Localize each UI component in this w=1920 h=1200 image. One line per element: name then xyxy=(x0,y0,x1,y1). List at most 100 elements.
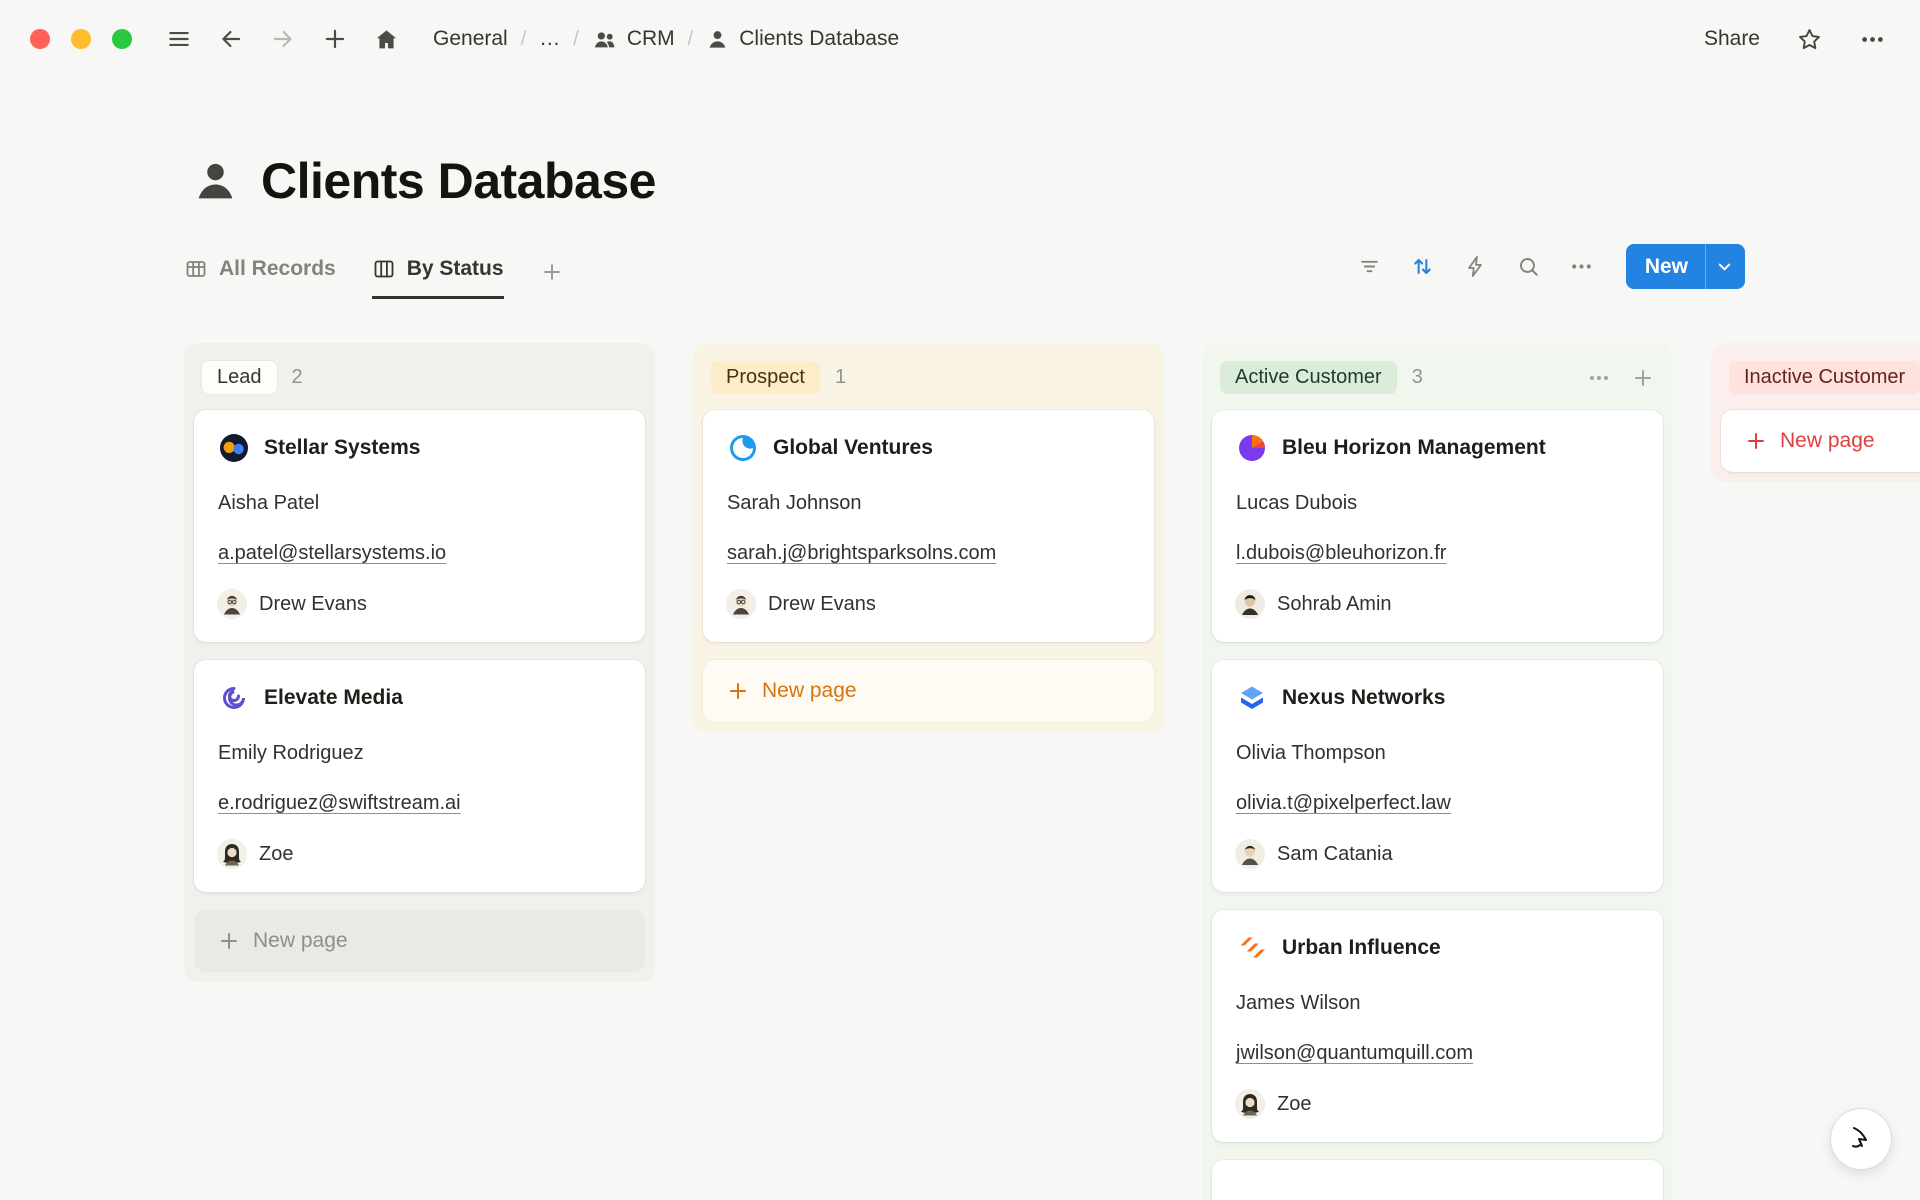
card-company-name: Bleu Horizon Management xyxy=(1282,436,1546,460)
close-window-button[interactable] xyxy=(30,29,50,49)
status-badge-prospect[interactable]: Prospect xyxy=(711,361,820,394)
card-owner-row: Drew Evans xyxy=(727,590,1130,618)
more-options-button[interactable] xyxy=(1859,26,1886,53)
sort-button[interactable] xyxy=(1410,254,1435,279)
new-dropdown-button[interactable] xyxy=(1705,244,1745,289)
status-badge-active-customer[interactable]: Active Customer xyxy=(1220,361,1397,394)
column-header-prospect: Prospect 1 xyxy=(703,353,1154,410)
card-email: jwilson@quantumquill.com xyxy=(1236,1042,1473,1064)
card-owner-name: Zoe xyxy=(259,841,293,867)
tab-all-records[interactable]: All Records xyxy=(184,257,336,299)
breadcrumb: General / … / CRM / Clients Database xyxy=(433,27,899,52)
card-title-row: Urban Influence xyxy=(1236,932,1639,964)
card-owner-row: Sohrab Amin xyxy=(1236,590,1639,618)
column-header-inactive-customer: Inactive Customer xyxy=(1721,353,1920,410)
breadcrumb-label: Clients Database xyxy=(739,27,899,51)
card-email: olivia.t@pixelperfect.law xyxy=(1236,792,1451,814)
status-badge-inactive-customer[interactable]: Inactive Customer xyxy=(1729,361,1920,394)
plus-icon xyxy=(1745,430,1767,452)
floating-cursor-button[interactable] xyxy=(1830,1108,1892,1170)
view-tabs: All Records By Status xyxy=(184,257,564,299)
card-company-name: Global Ventures xyxy=(773,436,933,460)
plus-icon xyxy=(322,26,348,52)
ellipsis-icon xyxy=(1587,366,1611,390)
share-button[interactable]: Share xyxy=(1704,27,1760,51)
column-more-button[interactable] xyxy=(1587,366,1611,390)
people-icon xyxy=(592,27,617,52)
zoom-window-button[interactable] xyxy=(112,29,132,49)
breadcrumb-collapsed-button[interactable]: … xyxy=(539,27,560,51)
plus-icon xyxy=(727,680,749,702)
new-page-button-prospect[interactable]: New page xyxy=(703,660,1154,722)
window-controls xyxy=(30,29,132,49)
new-page-button-lead[interactable]: New page xyxy=(194,910,645,972)
card-email: sarah.j@brightsparksolns.com xyxy=(727,542,996,564)
card-stellar-systems[interactable]: Stellar Systems Aisha Patel a.patel@stel… xyxy=(194,410,645,642)
add-view-button[interactable] xyxy=(540,260,564,299)
filter-icon xyxy=(1357,254,1382,279)
board-column-prospect: Prospect 1 Global Ventures Sarah Johnson… xyxy=(693,343,1164,732)
card-company-name: Nexus Networks xyxy=(1282,686,1445,710)
card-nexus-networks[interactable]: Nexus Networks Olivia Thompson olivia.t@… xyxy=(1212,660,1663,892)
minimize-window-button[interactable] xyxy=(71,29,91,49)
global-ventures-logo-icon xyxy=(727,432,759,464)
breadcrumb-label: CRM xyxy=(627,27,675,51)
page-title: Clients Database xyxy=(261,152,656,210)
automations-button[interactable] xyxy=(1463,254,1488,279)
avatar-sohrab-amin xyxy=(1236,590,1264,618)
card-owner-row: Zoe xyxy=(218,840,621,868)
tab-by-status[interactable]: By Status xyxy=(372,257,504,299)
tab-label: By Status xyxy=(407,257,504,281)
card-global-ventures[interactable]: Global Ventures Sarah Johnson sarah.j@br… xyxy=(703,410,1154,642)
column-header-lead: Lead 2 xyxy=(194,353,645,410)
sort-arrows-icon xyxy=(1410,254,1435,279)
avatar-drew-evans xyxy=(218,590,246,618)
home-button[interactable] xyxy=(374,27,399,52)
app-window: General / … / CRM / Clients Database Sha… xyxy=(0,0,1920,1200)
card-elevate-media[interactable]: Elevate Media Emily Rodriguez e.rodrigue… xyxy=(194,660,645,892)
card-owner-row: Zoe xyxy=(1236,1090,1639,1118)
status-badge-lead[interactable]: Lead xyxy=(202,361,277,394)
avatar-sam-catania xyxy=(1236,840,1264,868)
elevate-media-logo-icon xyxy=(218,682,250,714)
card-contact-name: James Wilson xyxy=(1236,990,1639,1016)
view-settings-button[interactable] xyxy=(1569,254,1594,279)
card-bleu-horizon-management[interactable]: Bleu Horizon Management Lucas Dubois l.d… xyxy=(1212,410,1663,642)
new-button[interactable]: New xyxy=(1626,244,1705,289)
stellar-systems-logo-icon xyxy=(218,432,250,464)
forward-button[interactable] xyxy=(270,26,296,52)
board-column-inactive-customer: Inactive Customer New page xyxy=(1711,343,1920,482)
column-count: 1 xyxy=(835,366,846,389)
card-title-row: Global Ventures xyxy=(727,432,1130,464)
search-button[interactable] xyxy=(1516,254,1541,279)
column-add-card-button[interactable] xyxy=(1631,366,1655,390)
forward-arrow-icon xyxy=(270,26,296,52)
back-arrow-icon xyxy=(218,26,244,52)
favorite-button[interactable] xyxy=(1796,26,1823,53)
board-column-active-customer: Active Customer 3 xyxy=(1202,343,1673,1200)
view-toolbar: New xyxy=(1357,244,1745,299)
card-partially-visible[interactable] xyxy=(1212,1160,1663,1200)
breadcrumb-item-general[interactable]: General xyxy=(433,27,508,51)
card-title-row: Nexus Networks xyxy=(1236,682,1639,714)
sidebar-toggle-button[interactable] xyxy=(166,26,192,52)
view-bar: All Records By Status xyxy=(184,244,1745,299)
card-urban-influence[interactable]: Urban Influence James Wilson jwilson@qua… xyxy=(1212,910,1663,1142)
back-button[interactable] xyxy=(218,26,244,52)
avatar-drew-evans xyxy=(727,590,755,618)
new-page-label: New page xyxy=(1780,429,1875,453)
breadcrumb-item-clients-database[interactable]: Clients Database xyxy=(706,27,899,51)
new-page-label: New page xyxy=(762,679,857,703)
star-icon xyxy=(1796,26,1823,53)
filter-button[interactable] xyxy=(1357,254,1382,279)
titlebar-actions: Share xyxy=(1704,26,1886,53)
new-tab-button[interactable] xyxy=(322,26,348,52)
bleu-horizon-logo-icon xyxy=(1236,432,1268,464)
page-header: Clients Database xyxy=(192,152,1920,210)
card-owner-name: Sohrab Amin xyxy=(1277,591,1392,617)
breadcrumb-item-crm[interactable]: CRM xyxy=(592,27,675,52)
page-icon[interactable] xyxy=(192,158,239,205)
new-page-button-inactive[interactable]: New page xyxy=(1721,410,1920,472)
board-column-lead: Lead 2 Stellar Systems Aisha Patel a.pat… xyxy=(184,343,655,982)
plus-icon xyxy=(540,260,564,284)
